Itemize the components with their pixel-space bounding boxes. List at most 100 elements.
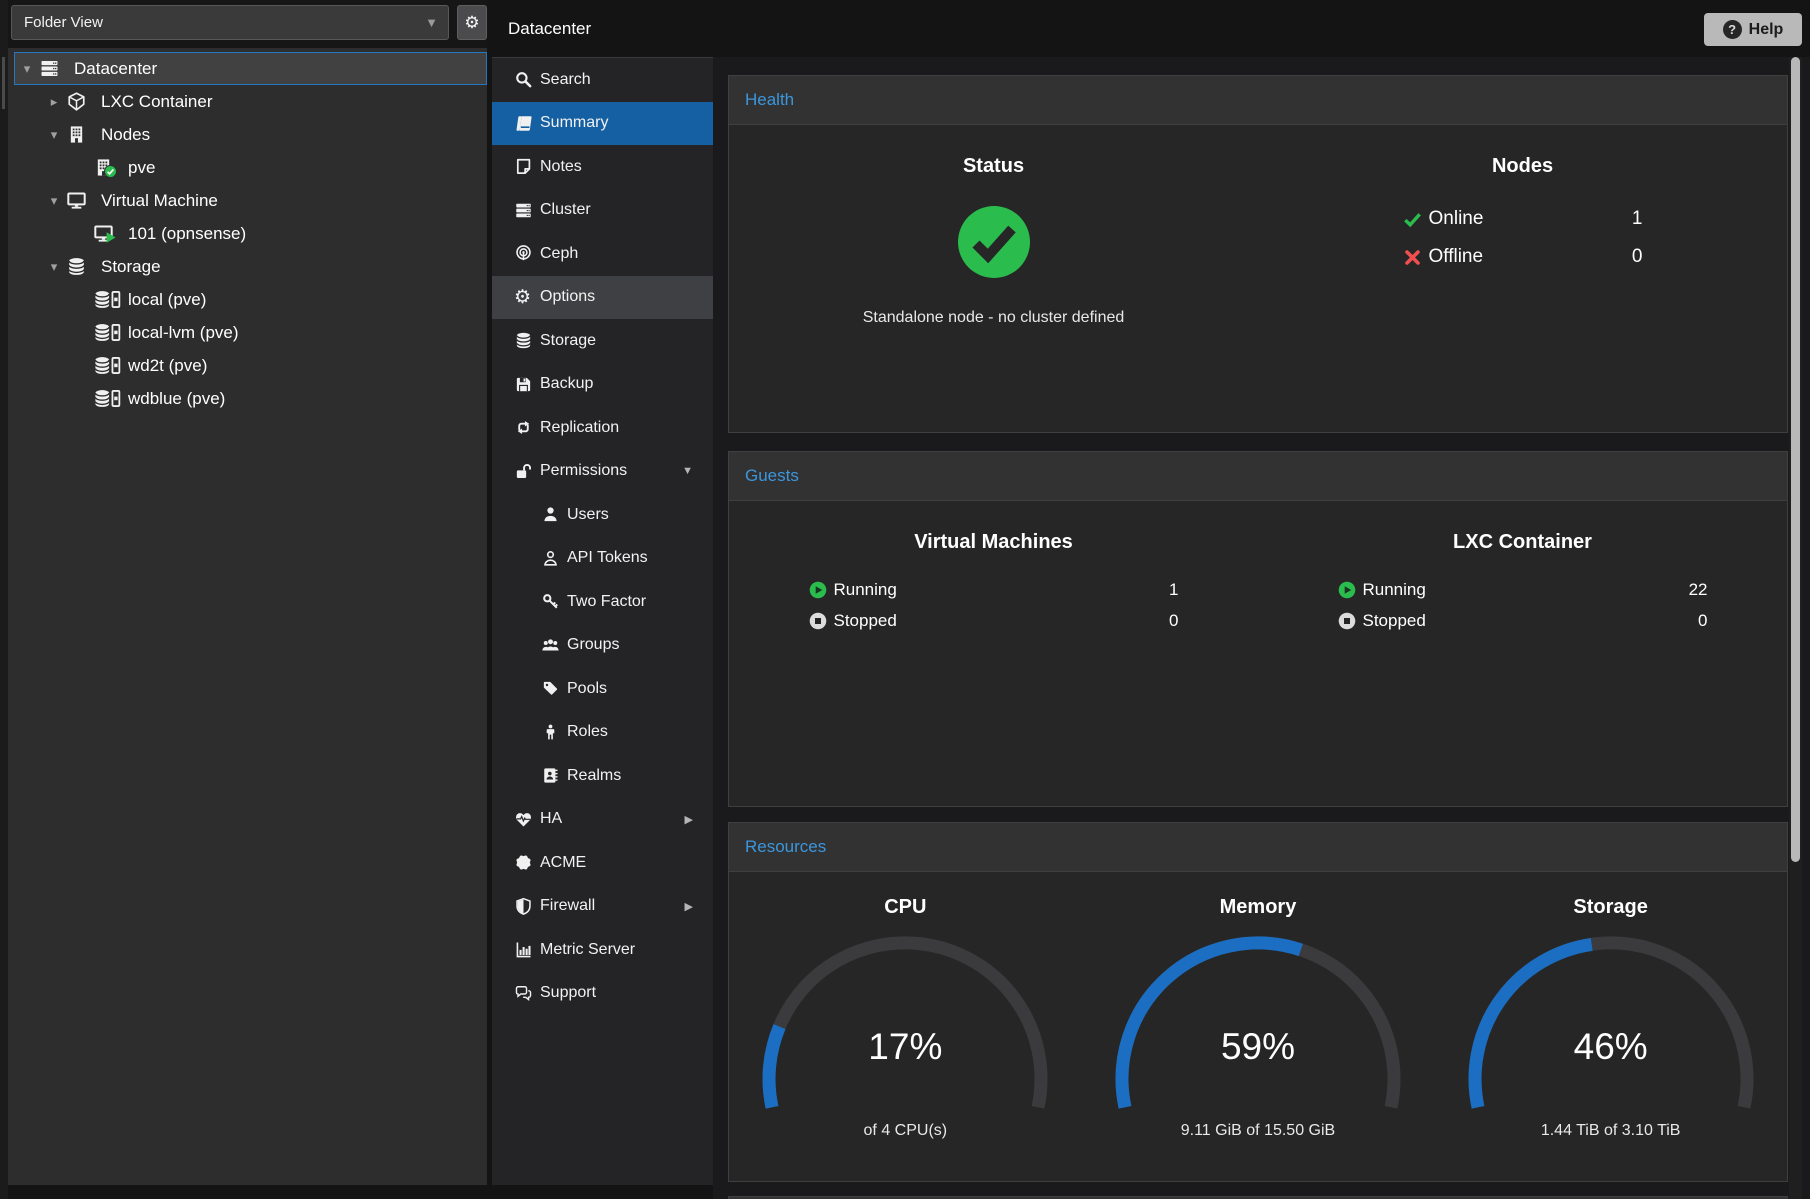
tree-item-label: pve <box>128 158 155 178</box>
gauge-arc: 59% <box>1108 931 1408 1120</box>
resources-panel-title: Resources <box>745 837 826 857</box>
address-book-icon <box>541 766 567 785</box>
tree-item-label: wdblue (pve) <box>128 389 225 409</box>
tree-item-local-pve[interactable]: local (pve) <box>68 283 487 316</box>
menu-item-label: Summary <box>540 114 608 132</box>
menu-item-label: Firewall <box>540 897 595 915</box>
tree-caret-down-icon[interactable]: ▾ <box>42 127 66 143</box>
menu-item-firewall[interactable]: Firewall ▶ <box>492 885 713 929</box>
menu-item-two-factor[interactable]: Two Factor <box>492 580 713 624</box>
collapse-down-icon[interactable]: ▼ <box>682 465 693 477</box>
view-selector-dropdown[interactable]: Folder View ▼ <box>11 5 449 40</box>
guest-status-row-stopped: Stopped0 <box>1338 611 1708 631</box>
cube-icon <box>66 91 96 112</box>
tree-item-local-lvm-pve[interactable]: local-lvm (pve) <box>68 316 487 349</box>
menu-item-ceph[interactable]: Ceph <box>492 232 713 276</box>
view-selector-value: Folder View <box>24 14 103 31</box>
menu-item-label: Two Factor <box>567 593 646 611</box>
content-scrollbar[interactable] <box>1789 57 1802 1199</box>
node-status-value: 0 <box>1632 246 1643 268</box>
building-icon <box>66 124 96 145</box>
menu-item-label: Pools <box>567 680 607 698</box>
guest-status-value: 0 <box>1698 611 1707 631</box>
tree-item-storage[interactable]: ▾Storage <box>41 250 487 283</box>
status-message: Standalone node - no cluster defined <box>729 309 1258 327</box>
resource-tree: ▾ Datacenter ▸LXC Container▾Nodes pve ▾ Virtu… <box>8 48 487 1185</box>
bar-chart-icon <box>514 940 540 959</box>
monitor-icon <box>93 223 123 244</box>
menu-item-label: Roles <box>567 723 608 741</box>
menu-item-support[interactable]: Support <box>492 972 713 1016</box>
menu-item-groups[interactable]: Groups <box>492 624 713 668</box>
menu-item-label: Notes <box>540 158 582 176</box>
menu-item-replication[interactable]: Replication <box>492 406 713 450</box>
menu-item-label: Backup <box>540 375 593 393</box>
menu-item-search[interactable]: Search <box>492 58 713 102</box>
menu-item-storage[interactable]: Storage <box>492 319 713 363</box>
guests-panel-header: Guests <box>729 452 1787 501</box>
search-icon <box>514 70 540 89</box>
tree-item-datacenter[interactable]: ▾ Datacenter <box>14 52 487 85</box>
menu-item-ha[interactable]: HA▶ <box>492 798 713 842</box>
server-stack-icon <box>39 58 69 79</box>
tree-item-pve[interactable]: pve <box>68 151 487 184</box>
help-button[interactable]: ? Help <box>1704 13 1802 46</box>
heartbeat-icon <box>514 810 540 829</box>
tree-item-wd2t-pve[interactable]: wd2t (pve) <box>68 349 487 382</box>
node-status-row-offline: Offline 0 <box>1403 246 1643 268</box>
menu-item-api-tokens[interactable]: API Tokens <box>492 537 713 581</box>
replication-icon <box>514 418 540 437</box>
health-panel-header: Health <box>729 76 1787 125</box>
resource-gauge-cpu: CPU17%of 4 CPU(s) <box>729 896 1082 1140</box>
datacenter-menu: Search Summary Notes ClusterCeph⚙OptionsSto… <box>492 57 713 1185</box>
node-status-label: Offline <box>1429 246 1484 268</box>
tree-caret-down-icon[interactable]: ▾ <box>15 61 39 77</box>
tag-icon <box>541 679 567 698</box>
tree-item-nodes[interactable]: ▾Nodes <box>41 118 487 151</box>
question-icon: ? <box>1723 20 1742 39</box>
menu-item-roles[interactable]: Roles <box>492 711 713 755</box>
menu-item-permissions[interactable]: Permissions▼ <box>492 450 713 494</box>
gauge-title: CPU <box>729 896 1082 919</box>
tree-item-label: local (pve) <box>128 290 206 310</box>
tree-item-wdblue-pve[interactable]: wdblue (pve) <box>68 382 487 415</box>
menu-item-options[interactable]: ⚙Options <box>492 276 713 320</box>
tree-item-virtual-machine[interactable]: ▾ Virtual Machine <box>41 184 487 217</box>
gauge-arc: 46% <box>1461 931 1761 1120</box>
menu-item-backup[interactable]: Backup <box>492 363 713 407</box>
tree-item-lxc-container[interactable]: ▸LXC Container <box>41 85 487 118</box>
menu-item-metric-server[interactable]: Metric Server <box>492 928 713 972</box>
menu-item-users[interactable]: Users <box>492 493 713 537</box>
menu-item-realms[interactable]: Realms <box>492 754 713 798</box>
user-icon <box>541 505 567 524</box>
tree-caret-right-icon[interactable]: ▸ <box>42 94 66 110</box>
guest-status-row-stopped: Stopped0 <box>809 611 1179 631</box>
tree-item-label: 101 (opnsense) <box>128 224 246 244</box>
node-status-label: Online <box>1429 208 1484 230</box>
menu-item-label: ACME <box>540 854 586 872</box>
tree-item-101-opnsense[interactable]: 101 (opnsense) <box>68 217 487 250</box>
menu-item-notes[interactable]: Notes <box>492 145 713 189</box>
resources-panel-header: Resources <box>729 823 1787 872</box>
building-icon <box>93 157 123 178</box>
running-icon <box>809 581 827 599</box>
tree-item-label: Datacenter <box>74 59 157 79</box>
scrollbar-thumb[interactable] <box>1791 57 1800 862</box>
menu-item-cluster[interactable]: Cluster <box>492 189 713 233</box>
tree-settings-button[interactable]: ⚙ <box>457 5 487 40</box>
server-stack-icon <box>514 201 540 220</box>
guests-column-title: LXC Container <box>1258 531 1787 554</box>
menu-item-acme[interactable]: ACME <box>492 841 713 885</box>
storage-drive-icon <box>93 322 123 343</box>
expand-right-icon[interactable]: ▶ <box>685 900 693 913</box>
node-status-value: 1 <box>1632 208 1643 230</box>
expand-right-icon[interactable]: ▶ <box>685 813 693 826</box>
menu-item-summary[interactable]: Summary <box>492 102 713 146</box>
tree-caret-down-icon[interactable]: ▾ <box>42 193 66 209</box>
guest-rows: Running1Stopped0 <box>809 580 1179 631</box>
page-title: Datacenter <box>508 0 591 57</box>
tree-caret-down-icon[interactable]: ▾ <box>42 259 66 275</box>
tree-item-label: Virtual Machine <box>101 191 218 211</box>
menu-item-pools[interactable]: Pools <box>492 667 713 711</box>
gauge-percent: 17% <box>755 1026 1055 1068</box>
